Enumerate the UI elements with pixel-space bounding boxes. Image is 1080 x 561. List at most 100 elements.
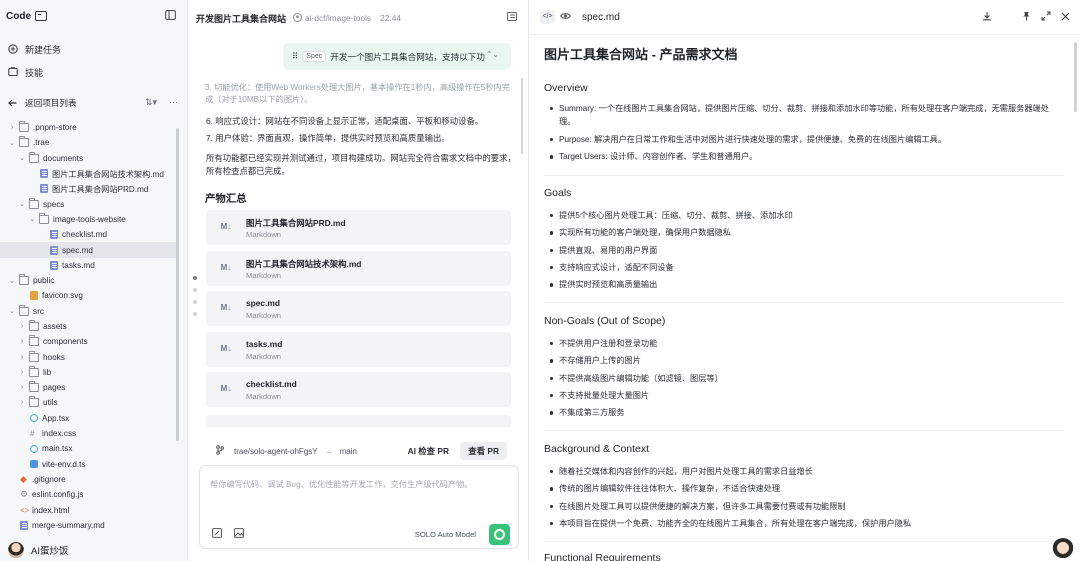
tree-folder[interactable]: ⌄ public — [0, 273, 176, 288]
repo-name: ai-dcf/image-tools — [305, 13, 372, 23]
artifact-name: 图片工具集合网站技术架构.md — [246, 258, 362, 269]
tree-label: merge-summary.md — [32, 520, 105, 530]
tree-file[interactable]: checklist.md — [0, 227, 176, 242]
timeline-dot[interactable] — [193, 276, 197, 280]
tree-file[interactable]: tasks.md — [0, 258, 176, 273]
composer-input[interactable]: 帮你编写代码、调试 Bug、优化性能等开发工作，交付生产级代码产物。 — [210, 478, 472, 490]
panel-menu-icon[interactable] — [507, 12, 517, 21]
tree-file[interactable]: 图片工具集合网站技术架构.md — [0, 166, 176, 181]
composer[interactable]: 帮你编写代码、调试 Bug、优化性能等开发工作，交付生产级代码产物。 SOLO … — [199, 465, 519, 549]
branch-icon — [216, 445, 224, 457]
markdown-file-icon — [40, 184, 48, 194]
tree-file[interactable]: favicon.svg — [0, 288, 176, 303]
list-item: 实现所有功能的客户端处理，确保用户数据隐私 — [550, 224, 1062, 241]
artifact-name: tasks.md — [246, 338, 283, 349]
image-icon[interactable] — [234, 528, 244, 540]
doc-panel: </> spec.md 图片工具集合网站 - 产品需求文档 Overview S… — [530, 0, 1080, 561]
markdown-file-icon — [50, 245, 58, 255]
spec-pill[interactable]: ⠿ Spec 开发一个图片工具集合网站，支持以下功 ⌃⌄ — [283, 43, 511, 70]
tree-file[interactable]: <> index.html — [0, 502, 176, 517]
doc-scrollbar[interactable] — [1074, 42, 1077, 112]
download-icon[interactable] — [982, 11, 992, 23]
artifact-card[interactable]: M↓ spec.md Markdown — [206, 291, 511, 326]
view-pr-button[interactable]: 查看 PR — [460, 442, 507, 460]
tree-file[interactable]: merge-summary.md — [0, 518, 176, 533]
tree-label: utils — [43, 398, 58, 408]
timeline-dot[interactable] — [193, 312, 197, 316]
list-item: 不支持批量处理大量图片 — [550, 387, 1062, 404]
ai-check-pr-button[interactable]: AI 检查 PR — [408, 445, 449, 457]
expand-icon[interactable] — [1041, 11, 1051, 23]
folder-icon — [39, 212, 49, 224]
user-profile[interactable]: AI蛋炒饭 — [8, 542, 68, 558]
branch-bar: trae/solo-agent-ohFgsY → main AI 检查 PR 查… — [206, 439, 511, 463]
tree-file[interactable]: App.tsx — [0, 411, 176, 426]
chat-scrollbar[interactable] — [521, 78, 523, 154]
tree-folder[interactable]: › lib — [0, 365, 176, 380]
send-button[interactable] — [489, 524, 510, 545]
sidebar-scrollbar[interactable] — [176, 128, 179, 441]
sidebar-toggle-icon[interactable] — [165, 10, 176, 20]
tree-folder[interactable]: ⌄ specs — [0, 196, 176, 211]
tree-label: .trae — [33, 138, 50, 148]
tree-folder[interactable]: › hooks — [0, 349, 176, 364]
tree-label: .pnpm-store — [33, 123, 77, 133]
code-view-icon[interactable]: </> — [540, 10, 555, 24]
tree-folder[interactable]: › .pnpm-store — [0, 120, 176, 135]
list-item: 支持响应式设计，适配不同设备 — [550, 259, 1062, 276]
assistant-avatar[interactable] — [1052, 538, 1074, 560]
overview-heading: Overview — [544, 82, 588, 94]
more-icon[interactable]: ··· — [169, 97, 178, 108]
artifact-card[interactable]: M↓ checklist.md Markdown — [206, 372, 511, 407]
tree-folder[interactable]: › pages — [0, 380, 176, 395]
model-selector[interactable]: SOLO Auto Model — [415, 530, 476, 539]
tree-file[interactable]: spec.md — [0, 242, 176, 258]
back-to-projects[interactable]: 返回项目列表 ⇅▾ ··· — [8, 96, 180, 110]
composer-tools — [212, 528, 244, 540]
timeline-dot[interactable] — [193, 300, 197, 304]
tree-folder[interactable]: › assets — [0, 319, 176, 334]
sort-icon[interactable]: ⇅▾ — [145, 97, 157, 108]
goals-list: 提供5个核心图片处理工具：压缩、切分、裁剪、拼接、添加水印 实现所有功能的客户端… — [550, 207, 1062, 293]
artifact-card[interactable]: M↓ 图片工具集合网站技术架构.md Markdown — [206, 250, 511, 286]
background-list: 随着社交媒体和内容创作的兴起，用户对图片处理工具的需求日益增长 传统的图片编辑软… — [550, 463, 1062, 532]
eye-icon[interactable] — [560, 12, 571, 20]
tree-folder[interactable]: ⌄ .trae — [0, 135, 176, 150]
tree-folder[interactable]: ⌄ src — [0, 304, 176, 319]
goals-heading: Goals — [544, 187, 572, 199]
tree-folder[interactable]: › utils — [0, 395, 176, 410]
doc-tools — [982, 11, 1070, 23]
artifact-type: Markdown — [246, 230, 282, 239]
artifact-card[interactable]: M↓ 图片工具集合网站PRD.md Markdown — [206, 210, 511, 245]
tree-file[interactable]: # index.css — [0, 426, 176, 441]
left-sidebar: Code 新建任务 技能 返回项目列表 ⇅▾ ··· › .pnpm-store ⌄… — [0, 0, 188, 561]
artifact-card-partial[interactable] — [206, 415, 511, 427]
folder-icon — [29, 320, 39, 331]
tree-label: spec.md — [62, 245, 93, 255]
tree-label: eslint.config.js — [32, 490, 84, 500]
tree-file[interactable]: vite-env.d.ts — [0, 457, 176, 472]
markdown-icon: M↓ — [220, 222, 232, 231]
tree-folder[interactable]: ⌄ documents — [0, 151, 176, 166]
repo-link[interactable]: ai-dcf/image-tools — [293, 12, 372, 24]
terminal-icon[interactable] — [35, 11, 47, 21]
divider — [544, 430, 1064, 431]
edit-icon[interactable] — [212, 528, 222, 540]
expand-icon[interactable]: ⌃⌄ — [486, 50, 499, 59]
timeline-dot[interactable] — [193, 288, 197, 292]
tree-label: src — [33, 306, 44, 316]
close-icon[interactable] — [1061, 12, 1070, 23]
message-line: 6. 响应式设计：网站在不同设备上显示正常，适配桌面、平板和移动设备。 — [206, 116, 484, 126]
github-icon — [293, 12, 303, 24]
tree-folder[interactable]: › components — [0, 334, 176, 349]
nav-skills[interactable]: 技能 — [8, 65, 43, 79]
tree-file[interactable]: 图片工具集合网站PRD.md — [0, 181, 176, 196]
nav-new-task[interactable]: 新建任务 — [8, 42, 61, 56]
tree-folder[interactable]: ⌄ image-tools-website — [0, 212, 176, 227]
pin-icon[interactable] — [1022, 11, 1031, 23]
tree-file[interactable]: main.tsx — [0, 441, 176, 456]
tree-file[interactable]: ⚙ eslint.config.js — [0, 487, 176, 502]
artifact-card[interactable]: M↓ tasks.md Markdown — [206, 331, 511, 367]
tree-file[interactable]: ◆ .gitignore — [0, 472, 176, 487]
tree-label: hooks — [43, 352, 65, 362]
